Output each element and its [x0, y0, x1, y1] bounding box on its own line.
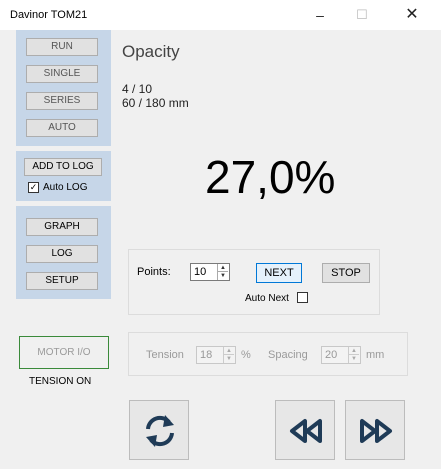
window-title: Davinor TOM21 [10, 9, 88, 21]
point-count: 4 / 10 [122, 82, 153, 96]
log-panel: ADD TO LOG ✓ Auto LOG [16, 151, 111, 201]
rewind-button[interactable] [275, 400, 335, 460]
refresh-button[interactable] [129, 400, 189, 460]
series-button[interactable]: SERIES [26, 92, 98, 110]
spacing-stepper[interactable]: 20 ▲ ▼ [321, 346, 361, 364]
next-button[interactable]: NEXT [256, 263, 302, 283]
rewind-icon [290, 419, 322, 443]
distance-readout: 60 / 180 mm [122, 96, 189, 110]
measurement-heading: Opacity [122, 42, 180, 61]
points-value: 10 [194, 266, 207, 278]
setup-button[interactable]: SETUP [26, 272, 98, 290]
spacing-value: 20 [325, 349, 338, 361]
fast-forward-button[interactable] [345, 400, 405, 460]
tension-label: Tension [146, 349, 184, 361]
settings-group: Tension 18 ▲ ▼ % Spacing 20 ▲ ▼ mm [128, 332, 408, 376]
single-button[interactable]: SINGLE [26, 65, 98, 83]
add-to-log-button[interactable]: ADD TO LOG [24, 158, 102, 176]
motor-io-button[interactable]: MOTOR I/O [19, 336, 109, 369]
spin-down-icon[interactable]: ▼ [224, 355, 234, 363]
tension-unit: % [241, 349, 251, 361]
points-stepper[interactable]: 10 ▲ ▼ [190, 263, 230, 281]
spin-down-icon[interactable]: ▼ [349, 355, 359, 363]
run-button[interactable]: RUN [26, 38, 98, 56]
auto-log-checkbox[interactable]: ✓ [28, 182, 39, 193]
refresh-icon [146, 415, 174, 447]
spin-up-icon[interactable]: ▲ [218, 264, 228, 272]
nav-panel: GRAPH LOG SETUP [16, 206, 111, 299]
app-window: Davinor TOM21 – ☐ ✕ RUN SINGLE SERIES AU… [0, 0, 441, 469]
points-label: Points: [137, 266, 171, 278]
auto-next-checkbox[interactable] [297, 292, 308, 303]
spacing-spinner[interactable]: ▲ ▼ [348, 347, 360, 363]
auto-button[interactable]: AUTO [26, 119, 98, 137]
mode-panel: RUN SINGLE SERIES AUTO [16, 30, 111, 146]
opacity-value: 27,0% [205, 151, 336, 203]
tension-value: 18 [200, 349, 213, 361]
tension-spinner[interactable]: ▲ ▼ [223, 347, 235, 363]
maximize-button[interactable]: ☐ [342, 4, 382, 26]
spin-up-icon[interactable]: ▲ [349, 347, 359, 355]
minimize-button[interactable]: – [300, 4, 340, 26]
title-bar: Davinor TOM21 – ☐ ✕ [0, 0, 441, 30]
graph-button[interactable]: GRAPH [26, 218, 98, 236]
tension-status: TENSION ON [29, 376, 92, 387]
points-spinner[interactable]: ▲ ▼ [217, 264, 229, 280]
spacing-unit: mm [366, 349, 385, 361]
auto-next-label: Auto Next [245, 293, 289, 304]
spacing-label: Spacing [268, 349, 308, 361]
points-group: Points: 10 ▲ ▼ NEXT STOP Auto Next [128, 249, 380, 315]
spin-down-icon[interactable]: ▼ [218, 272, 228, 280]
stop-button[interactable]: STOP [322, 263, 370, 283]
log-button[interactable]: LOG [26, 245, 98, 263]
auto-log-label: Auto LOG [43, 182, 88, 193]
fast-forward-icon [360, 419, 392, 443]
tension-stepper[interactable]: 18 ▲ ▼ [196, 346, 236, 364]
close-button[interactable]: ✕ [392, 4, 432, 26]
spin-up-icon[interactable]: ▲ [224, 347, 234, 355]
